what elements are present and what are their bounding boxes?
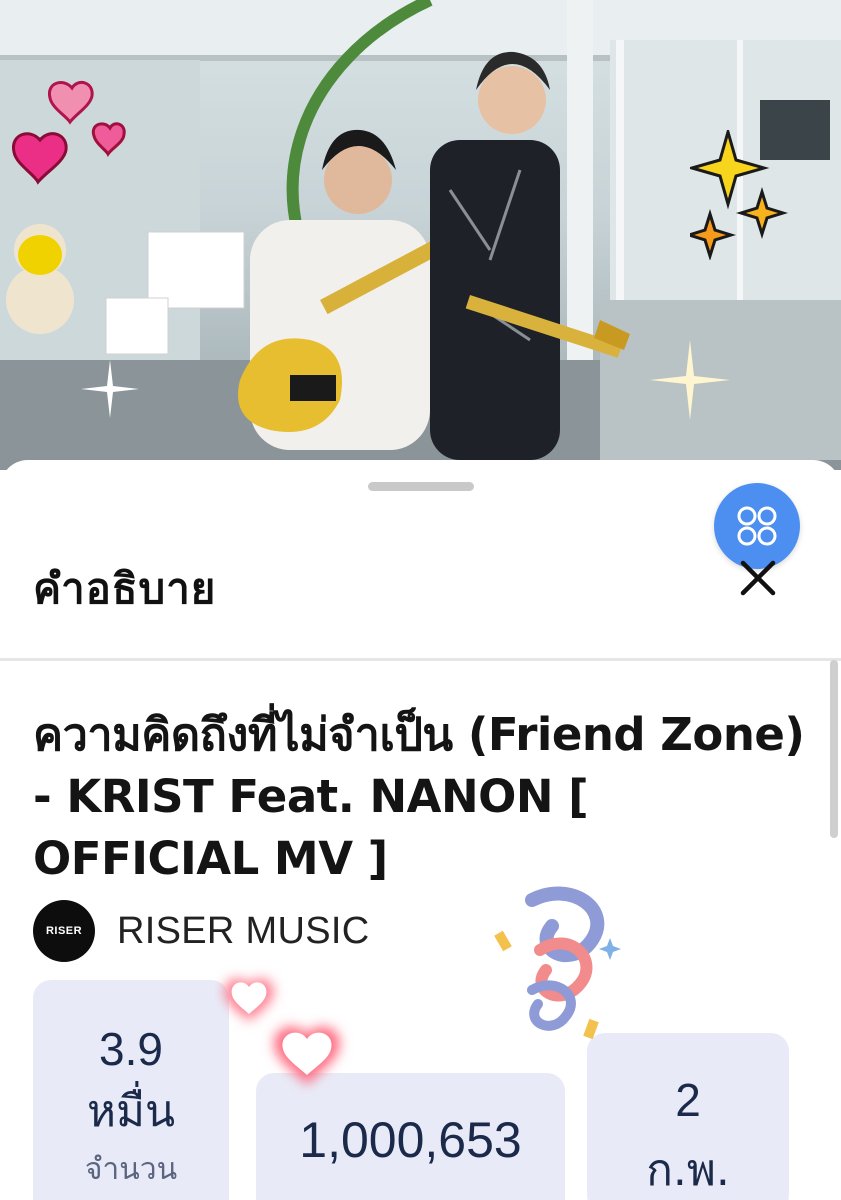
likes-value: 3.9 xyxy=(99,1023,163,1075)
likes-stat: 3.9 หมื่น จำนวน xyxy=(33,980,229,1200)
glowing-hearts-sticker xyxy=(224,978,340,1085)
channel-name[interactable]: RISER MUSIC xyxy=(117,910,369,953)
video-player[interactable] xyxy=(0,0,841,470)
likes-label: จำนวน xyxy=(84,1152,178,1187)
close-button[interactable] xyxy=(734,558,782,598)
grid-icon xyxy=(737,506,777,546)
header-divider xyxy=(0,658,841,661)
likes-unit: หมื่น xyxy=(86,1086,176,1137)
sparkles-sticker xyxy=(690,130,789,260)
views-value: 1,000,653 xyxy=(299,1112,522,1168)
date-day: 2 xyxy=(675,1074,701,1126)
video-title: ความคิดถึงที่ไม่จำเป็น (Friend Zone) - K… xyxy=(33,708,805,885)
glitter-sticker xyxy=(650,340,730,420)
close-icon xyxy=(740,560,776,596)
channel-row[interactable]: RISER RISER MUSIC xyxy=(33,900,369,962)
scrollbar[interactable] xyxy=(830,660,838,838)
date-stat: 2 ก.พ. xyxy=(587,1033,789,1200)
channel-avatar[interactable]: RISER xyxy=(33,900,95,962)
floating-grid-button[interactable] xyxy=(714,483,800,569)
glitter-sticker-left xyxy=(81,360,139,418)
sheet-title: คำอธิบาย xyxy=(33,564,217,613)
hearts-sticker xyxy=(12,80,126,185)
description-sheet: คำอธิบาย ความคิดถึงที่ไม่จำเป็น (Friend … xyxy=(0,460,841,1200)
drag-handle[interactable] xyxy=(368,482,474,491)
confetti-sticker xyxy=(494,886,621,1040)
date-month: ก.พ. xyxy=(646,1145,730,1196)
